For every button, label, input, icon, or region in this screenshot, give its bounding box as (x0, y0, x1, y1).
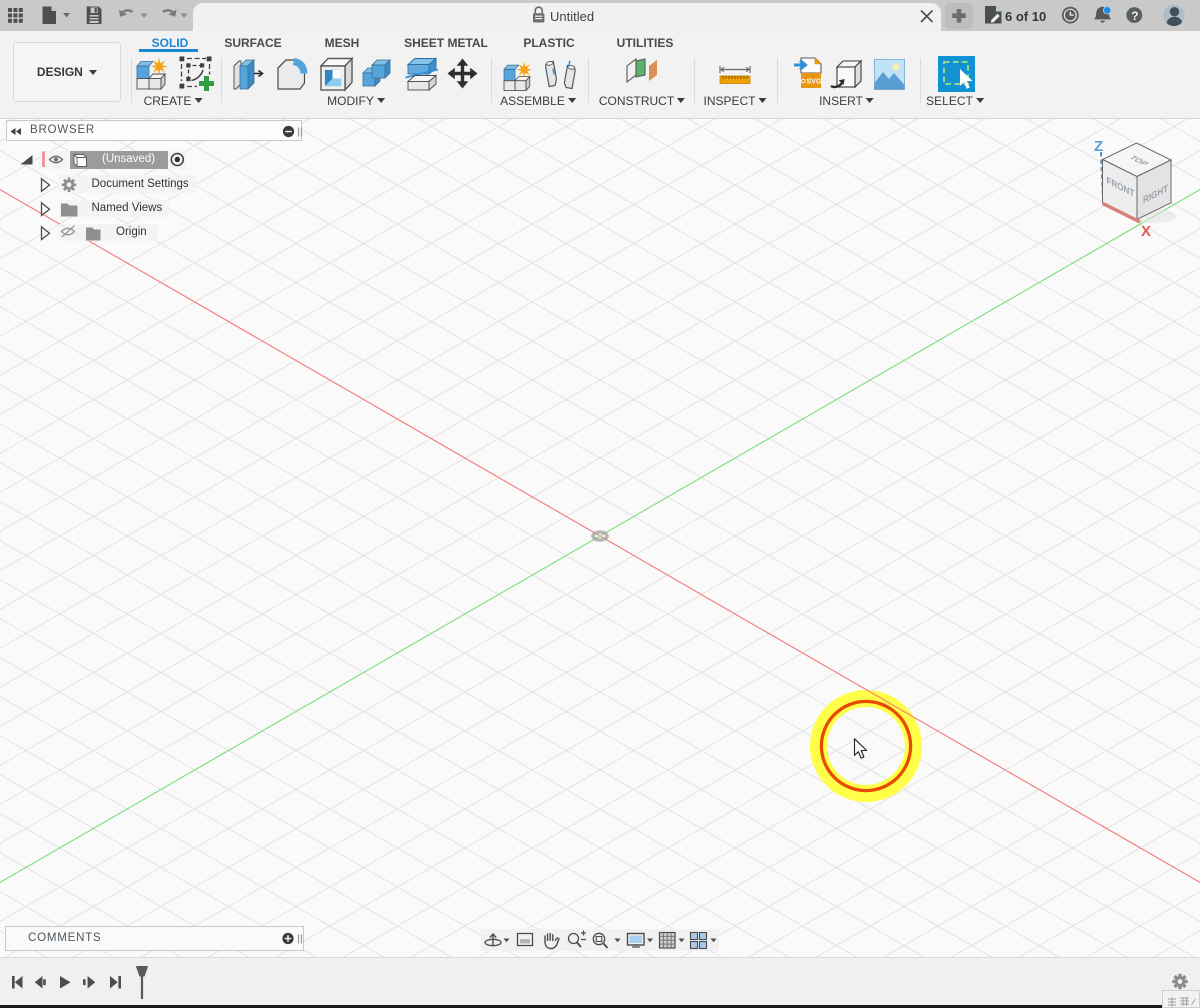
svg-text:SVG: SVG (807, 79, 822, 86)
svg-text:X: X (1141, 223, 1151, 240)
